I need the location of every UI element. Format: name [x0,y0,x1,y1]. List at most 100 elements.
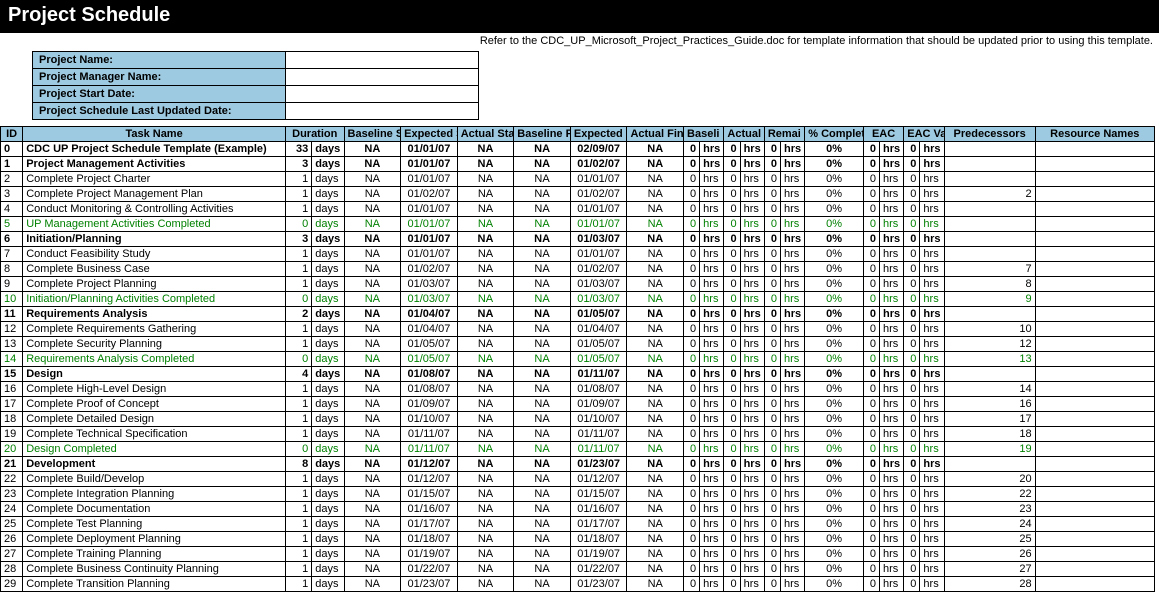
cell-dur: 1 [285,547,311,562]
cell-pc: 0% [805,382,864,397]
cell-ev: 0 [904,457,920,472]
cell-ef: 01/01/07 [570,202,627,217]
table-row[interactable]: 24Complete Documentation1daysNA01/16/07N… [1,502,1155,517]
cell-id: 6 [1,232,23,247]
cell-ev-unit: hrs [920,142,944,157]
table-row[interactable]: 23Complete Integration Planning1daysNA01… [1,487,1155,502]
table-row[interactable]: 15Design4daysNA01/08/07NANA01/11/07NA0hr… [1,367,1155,382]
cell-bf: NA [514,502,571,517]
cell-aw-unit: hrs [740,577,764,592]
table-row[interactable]: 6Initiation/Planning3daysNA01/01/07NANA0… [1,232,1155,247]
cell-rm-unit: hrs [781,562,805,577]
cell-dur: 33 [285,142,311,157]
table-row[interactable]: 26Complete Deployment Planning1daysNA01/… [1,532,1155,547]
table-row[interactable]: 13Complete Security Planning1daysNA01/05… [1,337,1155,352]
cell-bl-unit: hrs [700,427,724,442]
cell-res [1035,382,1154,397]
cell-rm-unit: hrs [781,517,805,532]
cell-rm-unit: hrs [781,337,805,352]
table-row[interactable]: 29Complete Transition Planning1daysNA01/… [1,577,1155,592]
cell-bl: 0 [684,397,700,412]
table-row[interactable]: 5UP Management Activities Completed0days… [1,217,1155,232]
cell-as: NA [457,157,514,172]
cell-bl-unit: hrs [700,547,724,562]
cell-pd: 23 [944,502,1035,517]
cell-id: 28 [1,562,23,577]
cell-bs: NA [344,472,401,487]
cell-rm: 0 [764,487,780,502]
cell-ev-unit: hrs [920,517,944,532]
table-row[interactable]: 25Complete Test Planning1daysNA01/17/07N… [1,517,1155,532]
cell-task-name: Initiation/Planning Activities Completed [23,292,286,307]
cell-bs: NA [344,292,401,307]
table-row[interactable]: 14Requirements Analysis Completed0daysNA… [1,352,1155,367]
cell-aw-unit: hrs [740,397,764,412]
cell-pd: 7 [944,262,1035,277]
cell-dur: 1 [285,472,311,487]
cell-bl-unit: hrs [700,412,724,427]
table-row[interactable]: 4Conduct Monitoring & Controlling Activi… [1,202,1155,217]
cell-af: NA [627,382,684,397]
cell-id: 0 [1,142,23,157]
cell-aw: 0 [724,577,740,592]
cell-dur-unit: days [312,487,344,502]
table-row[interactable]: 12Complete Requirements Gathering1daysNA… [1,322,1155,337]
table-row[interactable]: 28Complete Business Continuity Planning1… [1,562,1155,577]
cell-bs: NA [344,577,401,592]
cell-dur-unit: days [312,412,344,427]
cell-ev: 0 [904,157,920,172]
cell-aw-unit: hrs [740,262,764,277]
cell-eac-unit: hrs [880,547,904,562]
cell-aw-unit: hrs [740,502,764,517]
cell-as: NA [457,247,514,262]
table-row[interactable]: 11Requirements Analysis2daysNA01/04/07NA… [1,307,1155,322]
cell-bf: NA [514,277,571,292]
cell-dur: 1 [285,247,311,262]
table-row[interactable]: 19Complete Technical Specification1daysN… [1,427,1155,442]
cell-af: NA [627,457,684,472]
cell-aw: 0 [724,547,740,562]
meta-value[interactable] [286,103,479,120]
cell-bl-unit: hrs [700,277,724,292]
cell-ef: 01/05/07 [570,352,627,367]
cell-rm: 0 [764,367,780,382]
meta-value[interactable] [286,52,479,69]
table-row[interactable]: 27Complete Training Planning1daysNA01/19… [1,547,1155,562]
meta-value[interactable] [286,86,479,103]
cell-task-name: Conduct Monitoring & Controlling Activit… [23,202,286,217]
cell-aw: 0 [724,532,740,547]
cell-aw-unit: hrs [740,457,764,472]
cell-rm: 0 [764,307,780,322]
cell-rm-unit: hrs [781,397,805,412]
table-row[interactable]: 18Complete Detailed Design1daysNA01/10/0… [1,412,1155,427]
table-row[interactable]: 9Complete Project Planning1daysNA01/03/0… [1,277,1155,292]
table-row[interactable]: 2Complete Project Charter1daysNA01/01/07… [1,172,1155,187]
cell-rm: 0 [764,517,780,532]
cell-ev: 0 [904,442,920,457]
table-row[interactable]: 3Complete Project Management Plan1daysNA… [1,187,1155,202]
cell-bf: NA [514,517,571,532]
cell-res [1035,217,1154,232]
table-row[interactable]: 1Project Management Activities3daysNA01/… [1,157,1155,172]
table-row[interactable]: 10Initiation/Planning Activities Complet… [1,292,1155,307]
cell-aw-unit: hrs [740,517,764,532]
table-row[interactable]: 21Development8daysNA01/12/07NANA01/23/07… [1,457,1155,472]
table-row[interactable]: 22Complete Build/Develop1daysNA01/12/07N… [1,472,1155,487]
cell-as: NA [457,367,514,382]
cell-task-name: Complete Test Planning [23,517,286,532]
cell-aw-unit: hrs [740,247,764,262]
meta-value[interactable] [286,69,479,86]
table-row[interactable]: 16Complete High-Level Design1daysNA01/08… [1,382,1155,397]
cell-pd: 27 [944,562,1035,577]
table-row[interactable]: 20Design Completed0daysNA01/11/07NANA01/… [1,442,1155,457]
cell-as: NA [457,532,514,547]
table-row[interactable]: 8Complete Business Case1daysNA01/02/07NA… [1,262,1155,277]
table-row[interactable]: 0CDC UP Project Schedule Template (Examp… [1,142,1155,157]
cell-bf: NA [514,562,571,577]
cell-ef: 01/02/07 [570,262,627,277]
table-row[interactable]: 7Conduct Feasibility Study1daysNA01/01/0… [1,247,1155,262]
table-row[interactable]: 17Complete Proof of Concept1daysNA01/09/… [1,397,1155,412]
cell-pc: 0% [805,412,864,427]
cell-res [1035,157,1154,172]
cell-id: 18 [1,412,23,427]
